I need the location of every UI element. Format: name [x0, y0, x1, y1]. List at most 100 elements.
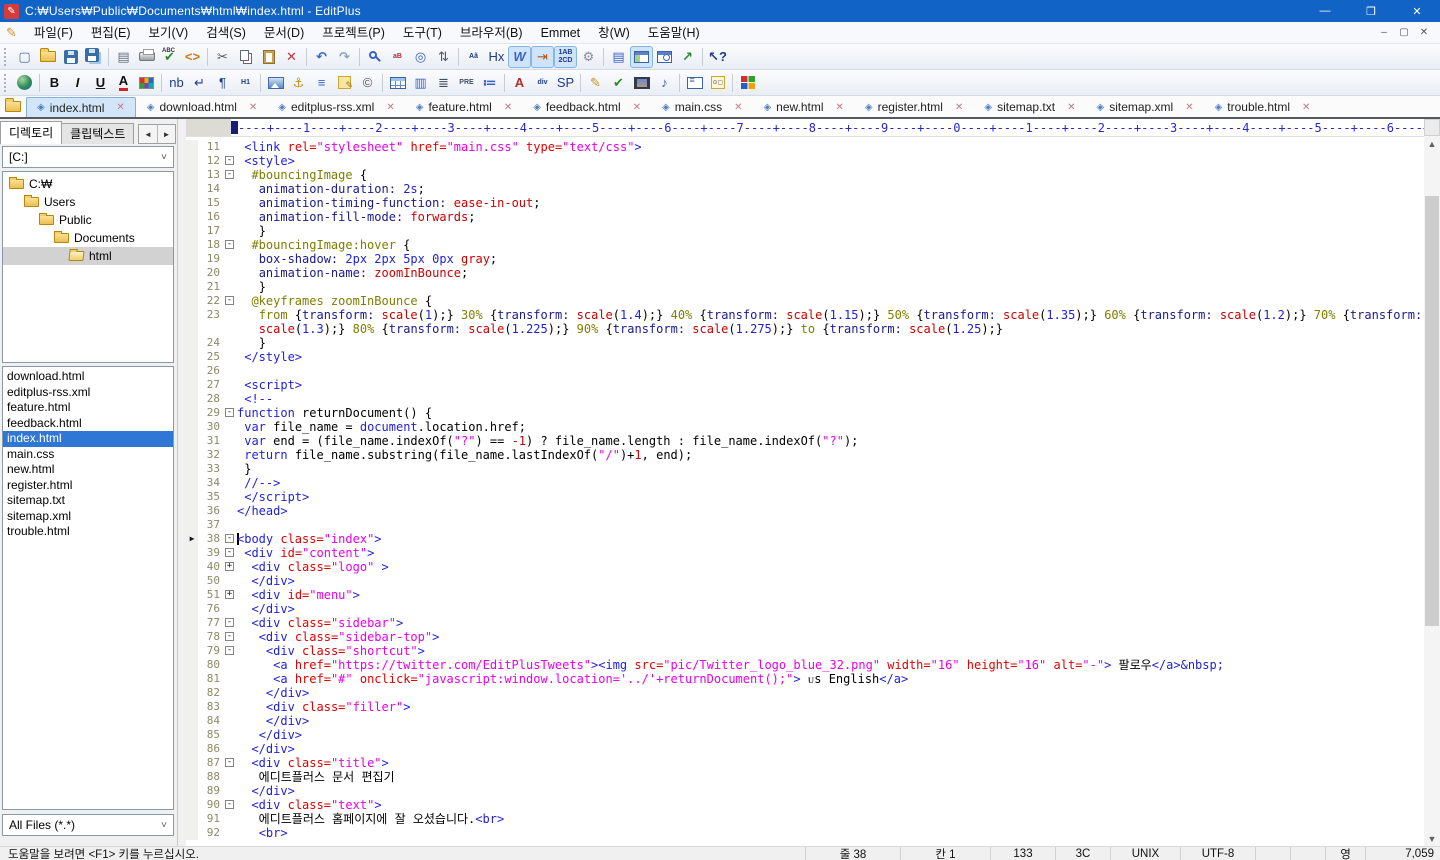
code-line[interactable]: 20 animation-name: zoomInBounce;: [186, 266, 1424, 280]
menu-item-8[interactable]: Emmet: [532, 22, 590, 44]
tab-feature.html[interactable]: ◈ feature.html ✕: [406, 97, 522, 117]
fold-collapse-icon[interactable]: -: [225, 632, 234, 641]
code-line[interactable]: 28 <!--: [186, 392, 1424, 406]
scroll-right-icon[interactable]: ►: [157, 125, 175, 143]
code-line[interactable]: 39- <div id="content">: [186, 546, 1424, 560]
tree-item-html[interactable]: html: [3, 247, 173, 265]
fold-collapse-icon[interactable]: -: [225, 240, 234, 249]
code-line[interactable]: 15 animation-timing-function: ease-in-ou…: [186, 196, 1424, 210]
mdi-restore-button[interactable]: ▢: [1394, 27, 1414, 38]
fold-collapse-icon[interactable]: -: [225, 646, 234, 655]
non-breaking-space-button[interactable]: nb: [165, 72, 188, 94]
code-line[interactable]: 83 <div class="filler">: [186, 700, 1424, 714]
replace-button[interactable]: aB: [386, 46, 409, 68]
copyright-symbol-button[interactable]: ©: [356, 72, 379, 94]
code-line[interactable]: 86 </div>: [186, 742, 1424, 756]
code-line[interactable]: 19 box-shadow: 2px 2px 5px 0px gray;: [186, 252, 1424, 266]
mdi-minimize-button[interactable]: –: [1374, 27, 1394, 38]
file-item-editplus-rss.xml[interactable]: editplus-rss.xml: [3, 385, 173, 401]
tab-download.html[interactable]: ◈ download.html ✕: [137, 97, 267, 117]
menu-item-10[interactable]: 도움말(H): [639, 22, 709, 44]
preformatted-button[interactable]: PRE: [455, 72, 478, 94]
form-textarea-button[interactable]: [683, 72, 706, 94]
file-item-new.html[interactable]: new.html: [3, 462, 173, 478]
code-line[interactable]: 50 </div>: [186, 574, 1424, 588]
file-item-trouble.html[interactable]: trouble.html: [3, 524, 173, 540]
code-line[interactable]: 18- #bouncingImage:hover {: [186, 238, 1424, 252]
close-button[interactable]: ✕: [1394, 0, 1440, 22]
tab-cliptext[interactable]: 클립텍스트: [62, 123, 135, 144]
new-file-button[interactable]: ▢: [13, 46, 36, 68]
paste-button[interactable]: [257, 46, 280, 68]
set-font-button[interactable]: Aã: [462, 46, 485, 68]
code-line[interactable]: 31 var end = (file_name.indexOf("?") == …: [186, 434, 1424, 448]
insert-image-button[interactable]: [264, 72, 287, 94]
file-item-sitemap.txt[interactable]: sitemap.txt: [3, 493, 173, 509]
horizontal-rule-button[interactable]: ≡: [310, 72, 333, 94]
menu-item-3[interactable]: 검색(S): [197, 22, 255, 44]
color-palette-button[interactable]: [135, 72, 158, 94]
drive-select[interactable]: [C:] ˅: [2, 146, 174, 168]
menu-item-6[interactable]: 도구(T): [394, 22, 451, 44]
ordered-list-button[interactable]: ≔: [478, 72, 501, 94]
word-wrap-button[interactable]: W: [508, 45, 531, 68]
view-source-button[interactable]: <>: [181, 46, 204, 68]
italic-button[interactable]: I: [66, 72, 89, 94]
tab-trouble.html[interactable]: ◈ trouble.html ✕: [1205, 97, 1321, 117]
find-in-files-button[interactable]: ◎: [409, 46, 432, 68]
code-line[interactable]: 37: [186, 518, 1424, 532]
tab-new.html[interactable]: ◈ new.html ✕: [753, 97, 853, 117]
comment-note-button[interactable]: [333, 72, 356, 94]
insert-table-button[interactable]: [386, 72, 409, 94]
line-numbers-button[interactable]: 1AB 2CD: [554, 45, 577, 68]
code-line[interactable]: 84 </div>: [186, 714, 1424, 728]
code-line[interactable]: 91 에디트플러스 홈페이지에 잘 오셨습니다.<br>: [186, 812, 1424, 826]
code-line[interactable]: 81 <a href="#" onclick="javascript:windo…: [186, 672, 1424, 686]
tab-directory[interactable]: 디렉토리: [0, 121, 63, 144]
code-line[interactable]: 51 + <div id="menu">: [186, 588, 1424, 602]
toolbar-grip[interactable]: [4, 47, 9, 66]
fold-collapse-icon[interactable]: -: [225, 618, 234, 627]
code-line[interactable]: 13- #bouncingImage {: [186, 168, 1424, 182]
tab-register.html[interactable]: ◈ register.html ✕: [855, 97, 973, 117]
scroll-left-icon[interactable]: ◄: [139, 125, 157, 143]
close-tab-icon[interactable]: ✕: [1067, 102, 1075, 113]
document-list-folder-icon[interactable]: [0, 96, 26, 117]
close-tab-icon[interactable]: ✕: [116, 102, 124, 113]
code-line[interactable]: 22- @keyframes zoomInBounce {: [186, 294, 1424, 308]
insert-audio-button[interactable]: ♪: [653, 72, 676, 94]
close-tab-icon[interactable]: ✕: [955, 102, 963, 113]
tab-feedback.html[interactable]: ◈ feedback.html ✕: [523, 97, 651, 117]
sort-button[interactable]: ⇅: [432, 46, 455, 68]
hex-viewer-button[interactable]: Hx: [485, 46, 508, 68]
code-line[interactable]: 36 </head>: [186, 504, 1424, 518]
code-area[interactable]: 11 <link rel="stylesheet" href="main.css…: [186, 137, 1424, 840]
menu-item-5[interactable]: 프로젝트(P): [313, 22, 394, 44]
file-item-index.html[interactable]: index.html: [3, 431, 173, 447]
tree-item-C[interactable]: C:₩: [3, 175, 173, 193]
tab-sitemap.xml[interactable]: ◈ sitemap.xml ✕: [1086, 97, 1203, 117]
fold-collapse-icon[interactable]: -: [225, 534, 234, 543]
file-item-feature.html[interactable]: feature.html: [3, 400, 173, 416]
fold-collapse-icon[interactable]: -: [225, 296, 234, 305]
browser-window-button[interactable]: [653, 46, 676, 68]
anchor-button[interactable]: ⚓: [287, 72, 310, 94]
code-line[interactable]: 76 </div>: [186, 602, 1424, 616]
code-line[interactable]: 87- <div class="title">: [186, 756, 1424, 770]
copy-button[interactable]: [234, 46, 257, 68]
tab-sitemap.txt[interactable]: ◈ sitemap.txt ✕: [974, 97, 1085, 117]
menu-item-1[interactable]: 편집(E): [82, 22, 140, 44]
code-line[interactable]: 77- <div class="sidebar">: [186, 616, 1424, 630]
code-line[interactable]: 89 </div>: [186, 784, 1424, 798]
split-window-button[interactable]: [630, 45, 653, 68]
code-line[interactable]: 34 //-->: [186, 476, 1424, 490]
open-file-button[interactable]: [36, 46, 59, 68]
fold-expand-icon[interactable]: +: [225, 562, 234, 571]
line-break-button[interactable]: ↵: [188, 72, 211, 94]
fold-collapse-icon[interactable]: -: [225, 800, 234, 809]
code-editor[interactable]: ----+----1----+----2----+----3----+----4…: [186, 119, 1424, 846]
close-tab-icon[interactable]: ✕: [1185, 102, 1193, 113]
div-tag-button[interactable]: div: [531, 72, 554, 94]
code-line[interactable]: 79- <div class="shortcut">: [186, 644, 1424, 658]
code-line[interactable]: 23 from {transform: scale(1);} 30% {tran…: [186, 308, 1424, 322]
